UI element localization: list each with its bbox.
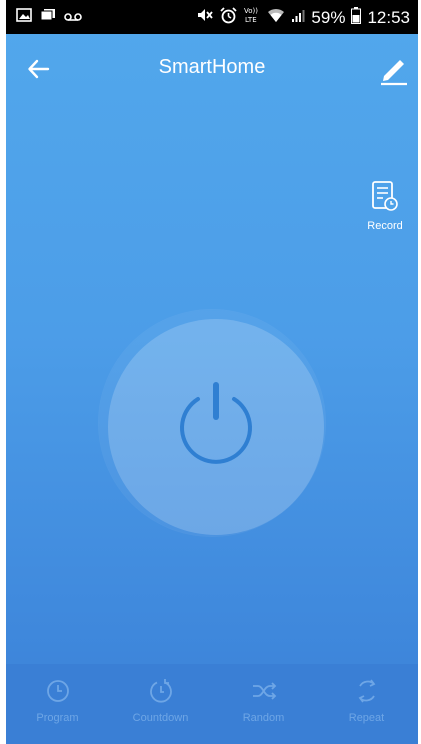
edit-pencil-icon — [381, 60, 407, 86]
record-log-icon — [372, 181, 398, 211]
tab-repeat[interactable]: Repeat — [315, 664, 418, 744]
gallery-icon — [16, 8, 32, 27]
svg-text:Vo)): Vo)) — [244, 7, 258, 15]
wifi-icon — [267, 8, 285, 28]
status-bar: Vo)) LTE 59% 12:53 — [6, 0, 418, 34]
battery-percent: 59% — [311, 7, 346, 27]
status-time: 12:53 — [367, 7, 410, 27]
alarm-icon — [220, 6, 238, 29]
clock-icon — [46, 680, 69, 702]
status-left-icons — [16, 8, 82, 27]
shuffle-icon — [252, 682, 276, 700]
battery-icon — [351, 6, 362, 29]
page-title: SmartHome — [158, 56, 266, 78]
app-screen: Vo)) LTE 59% 12:53 SmartHome Record Prog… — [6, 0, 418, 744]
tab-random[interactable]: Random — [212, 664, 315, 744]
status-right-icons: Vo)) LTE 59% 12:53 — [196, 6, 410, 29]
tab-countdown[interactable]: Countdown — [109, 664, 212, 744]
tab-label: Random — [242, 712, 285, 724]
tab-program[interactable]: Program — [6, 664, 109, 744]
signal-icon — [291, 8, 305, 28]
record-label: Record — [367, 220, 403, 232]
repeat-icon — [358, 679, 375, 703]
countdown-icon — [149, 679, 172, 703]
svg-text:LTE: LTE — [245, 16, 257, 24]
mute-icon — [196, 7, 214, 28]
tab-label: Countdown — [132, 712, 189, 724]
messages-icon — [40, 8, 56, 27]
app-bar: SmartHome — [6, 34, 418, 104]
power-icon — [180, 382, 252, 464]
bottom-tab-bar: Program Countdown Random Repeat — [6, 664, 418, 744]
voicemail-icon — [64, 9, 82, 27]
power-button[interactable] — [108, 319, 324, 535]
tab-label: Repeat — [348, 712, 385, 724]
tab-label: Program — [36, 712, 79, 724]
volte-icon: Vo)) LTE — [243, 6, 261, 29]
record-button[interactable]: Record — [360, 180, 410, 232]
edit-button[interactable] — [376, 52, 410, 86]
